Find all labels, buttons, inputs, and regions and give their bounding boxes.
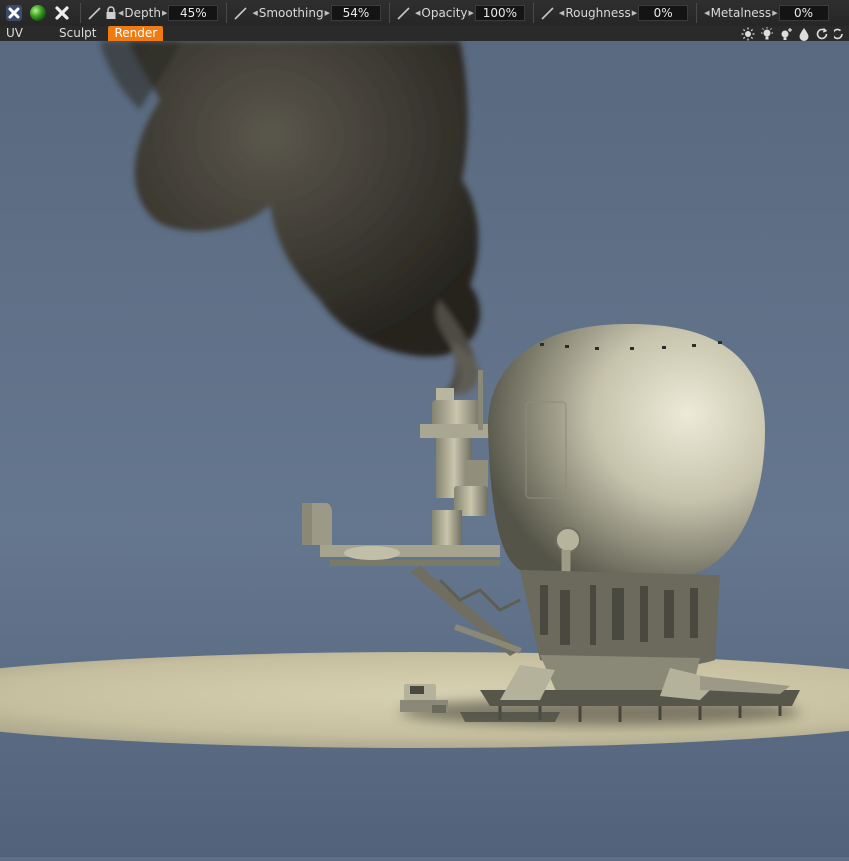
tab-sculpt[interactable]: Sculpt bbox=[53, 26, 102, 41]
increment-arrow-icon[interactable]: ▶ bbox=[162, 9, 167, 17]
close-x-icon[interactable] bbox=[4, 3, 24, 23]
sun-icon[interactable] bbox=[741, 27, 755, 41]
tab-bar: UV Sculpt Render bbox=[0, 26, 849, 41]
separator bbox=[696, 3, 698, 23]
dome bbox=[487, 323, 765, 582]
smoothing-param[interactable]: ◀ Smoothing ▶ 54% bbox=[233, 3, 381, 23]
material-sphere-icon[interactable] bbox=[28, 3, 48, 23]
separator bbox=[226, 3, 228, 23]
roughness-param[interactable]: ◀ Roughness ▶ 0% bbox=[540, 3, 689, 23]
decrement-arrow-icon[interactable]: ◀ bbox=[704, 9, 709, 17]
brush-pencil-icon bbox=[541, 7, 554, 20]
opacity-param[interactable]: ◀ Opacity ▶ 100% bbox=[396, 3, 525, 23]
bulb-plus-icon[interactable] bbox=[779, 27, 793, 41]
metalness-value[interactable]: 0% bbox=[778, 5, 829, 21]
decrement-arrow-icon[interactable]: ◀ bbox=[559, 9, 564, 17]
tab-render[interactable]: Render bbox=[108, 26, 164, 41]
roughness-label: Roughness bbox=[565, 6, 631, 20]
decrement-arrow-icon[interactable]: ◀ bbox=[415, 9, 420, 17]
drop-icon[interactable] bbox=[798, 27, 810, 41]
separator bbox=[388, 3, 390, 23]
close-x-icon[interactable] bbox=[52, 3, 72, 23]
increment-arrow-icon[interactable]: ▶ bbox=[469, 9, 474, 17]
opacity-value[interactable]: 100% bbox=[474, 5, 525, 21]
separator bbox=[80, 3, 81, 23]
brush-pencil-icon bbox=[88, 7, 101, 20]
tab-uv[interactable]: UV bbox=[0, 26, 29, 41]
smoothing-label: Smoothing bbox=[258, 6, 324, 20]
brush-pencil-icon bbox=[234, 7, 247, 20]
rotate-icon[interactable] bbox=[834, 27, 844, 41]
render-viewport[interactable] bbox=[0, 41, 849, 857]
separator bbox=[532, 3, 534, 23]
smoothing-value[interactable]: 54% bbox=[330, 5, 381, 21]
metalness-label: Metalness bbox=[710, 6, 772, 20]
depth-param[interactable]: ◀ Depth ▶ 45% bbox=[87, 3, 219, 23]
increment-arrow-icon[interactable]: ▶ bbox=[632, 9, 637, 17]
depth-label: Depth bbox=[124, 6, 161, 20]
top-toolbar: ◀ Depth ▶ 45% ◀ Smoothing ▶ 54% ◀ Opacit… bbox=[0, 0, 849, 27]
opacity-label: Opacity bbox=[421, 6, 468, 20]
depth-value[interactable]: 45% bbox=[168, 5, 219, 21]
decrement-arrow-icon[interactable]: ◀ bbox=[118, 9, 123, 17]
lock-icon[interactable] bbox=[105, 6, 117, 20]
decrement-arrow-icon[interactable]: ◀ bbox=[252, 9, 257, 17]
roughness-value[interactable]: 0% bbox=[638, 5, 689, 21]
render-scene bbox=[0, 41, 849, 857]
viewport-icons bbox=[741, 26, 849, 41]
rotate-icon[interactable] bbox=[815, 27, 829, 41]
increment-arrow-icon[interactable]: ▶ bbox=[772, 9, 777, 17]
brush-pencil-icon bbox=[397, 7, 410, 20]
bulb-icon[interactable] bbox=[760, 26, 774, 41]
increment-arrow-icon[interactable]: ▶ bbox=[325, 9, 330, 17]
metalness-param[interactable]: ◀ Metalness ▶ 0% bbox=[703, 3, 829, 23]
